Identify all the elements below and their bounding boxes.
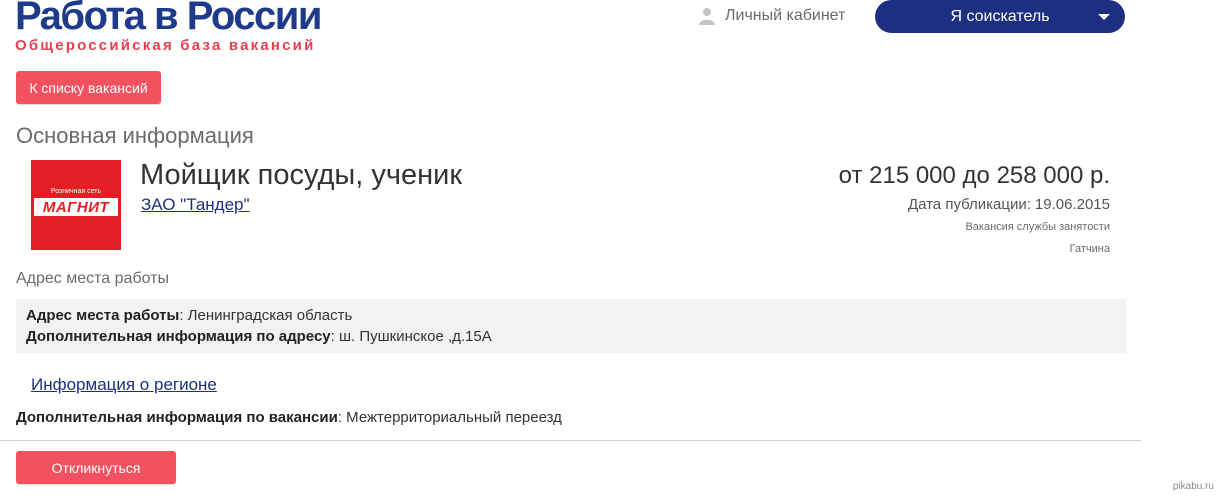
user-icon [699,8,715,25]
company-logo-wordmark: МАГНИТ [43,199,111,216]
vacancy-extra-value: : Межтерриториальный переезд [337,409,562,426]
company-logo: Розничная сеть МАГНИТ [31,160,121,250]
vacancy-page: Работа в России Общероссийская база вака… [0,0,1220,496]
logo-subtitle: Общероссийская база вакансий [15,37,316,54]
publication-date: Дата публикации: 19.06.2015 [908,196,1110,213]
work-address-label: Адрес места работы [26,307,180,324]
publication-label: Дата публикации: [907,196,1031,213]
section-title: Основная информация [16,123,254,148]
company-link[interactable]: ЗАО "Тандер" [141,195,250,215]
work-address-value: : Ленинградская область [179,307,353,324]
work-address-row: Адрес места работы: Ленинградская област… [26,305,1116,326]
cabinet-label: Личный кабинет [725,7,846,24]
vacancy-city: Гатчина [1069,243,1110,255]
region-info-link[interactable]: Информация о регионе [31,375,217,395]
watermark: pikabu.ru [1172,481,1214,492]
extra-address-row: Дополнительная информация по адресу: ш. … [26,326,1116,347]
job-title: Мойщик посуды, ученик [140,159,463,191]
extra-address-value: : ш. Пушкинское ,д.15А [330,328,492,345]
respond-button[interactable]: Откликнуться [16,451,176,484]
vacancy-extra-label: Дополнительная информация по вакансии [16,409,338,426]
logo-title: Работа в России [15,0,322,38]
publication-date-value: 19.06.2015 [1034,196,1110,213]
vacancy-extra-info: Дополнительная информация по вакансии: М… [16,409,562,426]
role-select-value: Я соискатель [950,7,1050,25]
address-heading: Адрес места работы [16,270,169,287]
vacancy-source: Вакансия службы занятости [965,221,1110,233]
address-box: Адрес места работы: Ленинградская област… [16,299,1126,353]
company-logo-caption: Розничная сеть [51,188,102,195]
role-select[interactable]: Я соискатель [875,0,1125,33]
salary: от 215 000 до 258 000 р. [838,162,1110,189]
back-to-list-button[interactable]: К списку вакансий [16,71,161,104]
caret-down-icon [1098,14,1110,20]
extra-address-label: Дополнительная информация по адресу [26,328,331,345]
personal-cabinet-link[interactable]: Личный кабинет [699,6,845,26]
divider [0,440,1141,441]
site-logo[interactable]: Работа в России Общероссийская база вака… [15,0,322,54]
